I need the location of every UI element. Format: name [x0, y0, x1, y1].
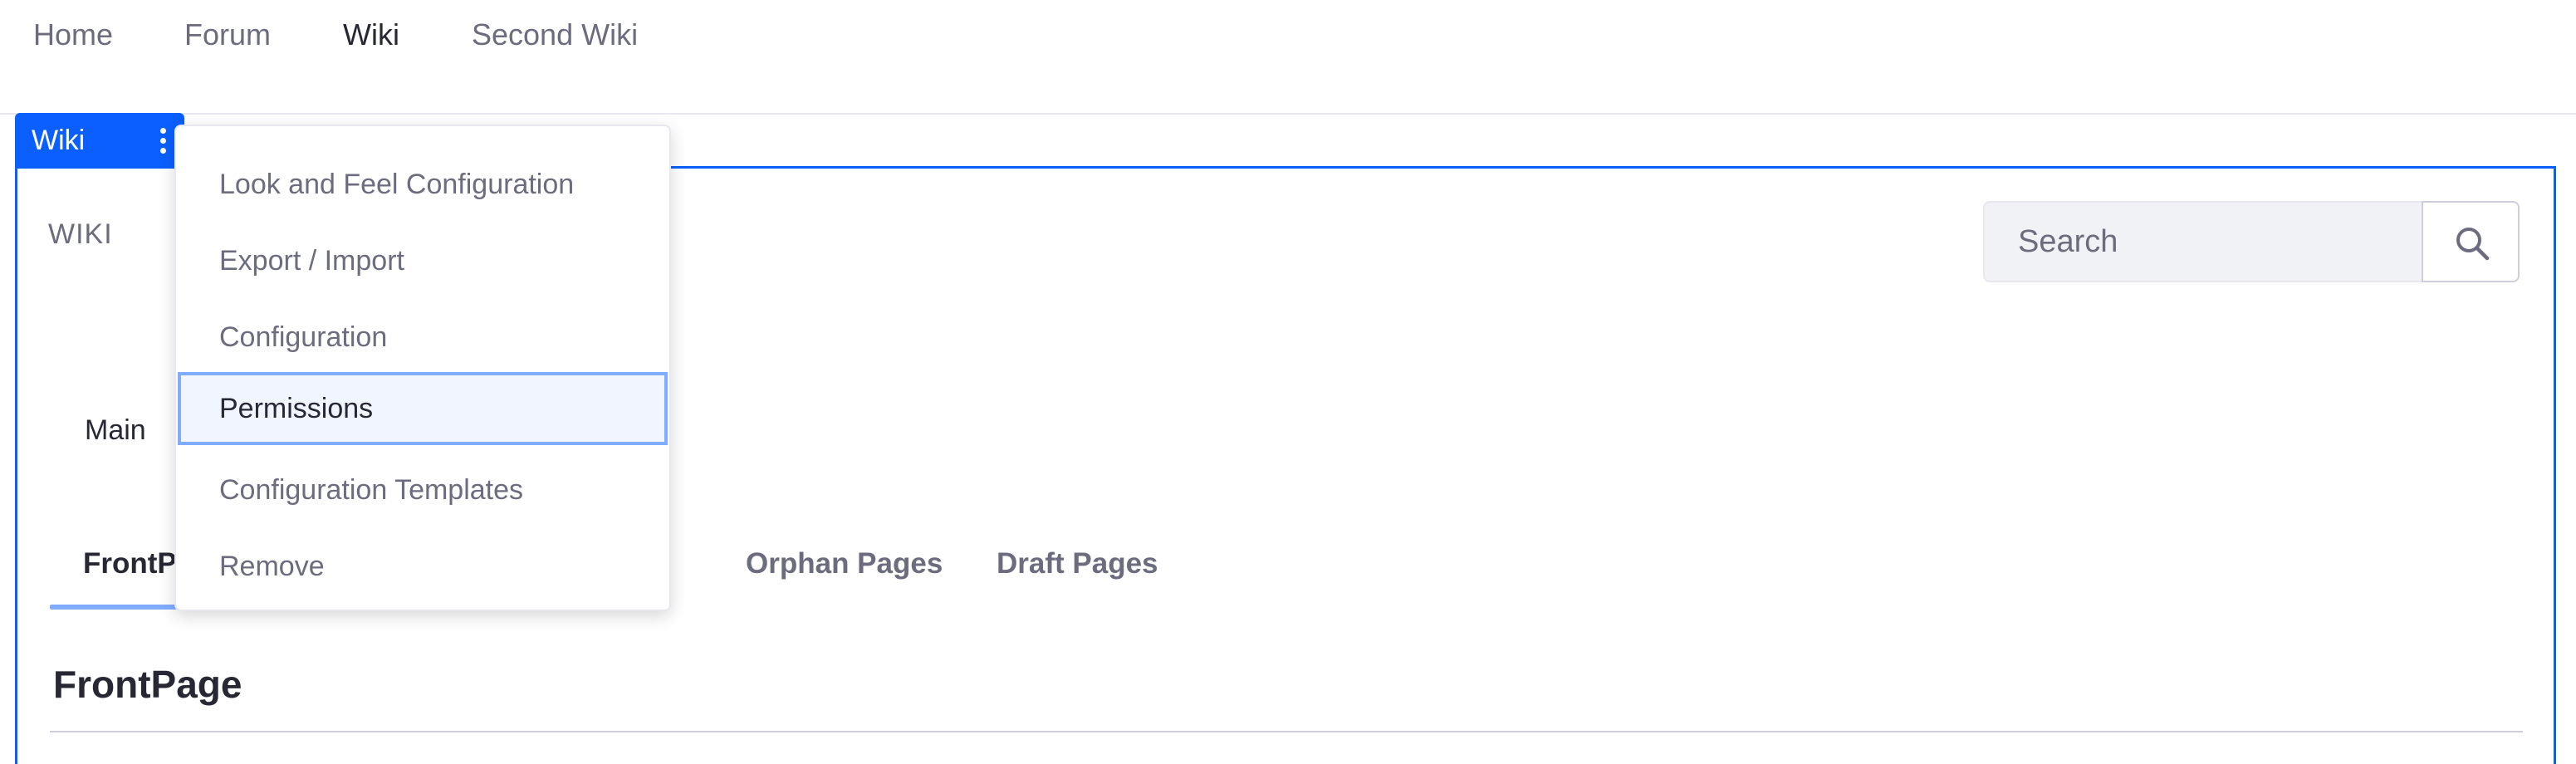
portlet-title: Wiki: [32, 125, 86, 156]
page-title: FrontPage: [53, 663, 242, 706]
tab-draft-pages[interactable]: Draft Pages: [997, 545, 1158, 583]
top-navigation: Home Forum Wiki Second Wiki: [0, 0, 2576, 115]
search-input[interactable]: [1983, 201, 2423, 282]
nav-link-wiki[interactable]: Wiki: [343, 15, 399, 55]
search-button[interactable]: [2422, 201, 2520, 282]
menu-item-look-and-feel[interactable]: Look and Feel Configuration: [178, 148, 668, 221]
menu-item-configuration-templates[interactable]: Configuration Templates: [178, 453, 668, 526]
portlet-options-menu: Look and Feel Configuration Export / Imp…: [174, 125, 671, 611]
title-divider: [50, 731, 2523, 732]
node-link-main[interactable]: Main: [85, 412, 146, 448]
nav-link-home[interactable]: Home: [33, 15, 113, 55]
menu-item-permissions[interactable]: Permissions: [178, 372, 668, 445]
nav-link-forum[interactable]: Forum: [184, 15, 271, 55]
menu-item-export-import[interactable]: Export / Import: [178, 224, 668, 297]
search-icon: [2456, 228, 2490, 261]
search-group: [1983, 201, 2520, 282]
menu-item-remove[interactable]: Remove: [178, 530, 668, 603]
portlet-heading: WIKI: [48, 218, 113, 250]
menu-item-configuration[interactable]: Configuration: [178, 301, 668, 374]
portlet-topper: Wiki: [15, 113, 184, 168]
tab-orphan-pages[interactable]: Orphan Pages: [746, 545, 943, 583]
nav-link-second-wiki[interactable]: Second Wiki: [472, 15, 638, 55]
